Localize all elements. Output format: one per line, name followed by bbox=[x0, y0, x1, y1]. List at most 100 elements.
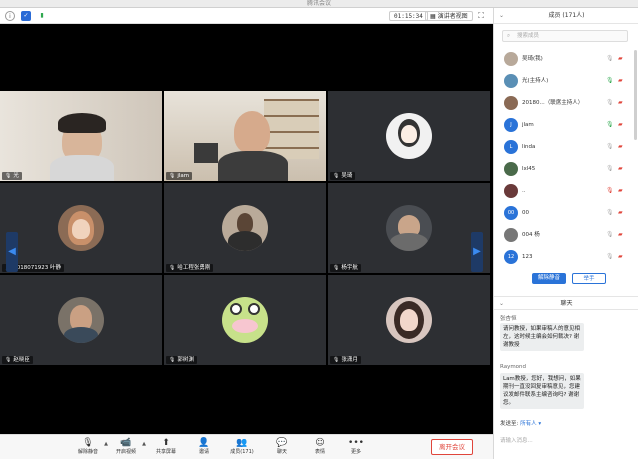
frog-avatar bbox=[222, 297, 268, 343]
avatar bbox=[222, 205, 268, 251]
chevron-down-icon[interactable]: ⌄ bbox=[499, 297, 504, 310]
search-icon: ⌕ bbox=[507, 33, 511, 39]
chevron-down-icon[interactable]: ⌄ bbox=[499, 8, 504, 24]
video-tile[interactable]: 🎙 张潇月 bbox=[328, 275, 490, 365]
leave-meeting-button[interactable]: 离开会议 bbox=[431, 439, 473, 455]
tile-name: 🎙 杨宇航 bbox=[330, 264, 361, 272]
avatar bbox=[504, 74, 518, 88]
info-icon[interactable]: i bbox=[5, 11, 15, 21]
mic-icon: 🎙 bbox=[169, 357, 176, 363]
camera-off-icon: ▰ bbox=[618, 55, 623, 62]
fullscreen-icon[interactable]: ⛶ bbox=[476, 11, 486, 21]
chat-input[interactable]: 请输入消息... bbox=[500, 435, 632, 447]
member-row[interactable]: 吴琦(我) 🎙 ▰ bbox=[494, 48, 632, 70]
member-row[interactable]: 20180...（联席主持人） 🎙 ▰ bbox=[494, 92, 632, 114]
tile-name: 🎙 哈工程张勇刚 bbox=[166, 264, 214, 272]
invite-icon: 👤 bbox=[198, 438, 210, 448]
top-toolbar: i ✓ ▮ 01:15:34 ▦ 演讲者视图 ⛶ bbox=[0, 8, 493, 24]
more-button[interactable]: ••• 更多 bbox=[340, 438, 372, 456]
video-tile[interactable]: 🎙 赵晓臣 bbox=[0, 275, 162, 365]
mic-muted-icon: 🎙 bbox=[606, 187, 614, 194]
member-list-scrollbar[interactable] bbox=[634, 50, 637, 140]
camera-off-icon: ▰ bbox=[618, 77, 623, 84]
mic-icon: 🎙 bbox=[606, 99, 614, 106]
caret-icon[interactable]: ▲ bbox=[142, 441, 146, 447]
avatar: 00 bbox=[504, 206, 518, 220]
member-row[interactable]: Llinda 🎙 ▰ bbox=[494, 136, 632, 158]
share-screen-button[interactable]: ⬆ 共享屏幕 bbox=[150, 438, 182, 456]
avatar bbox=[386, 297, 432, 343]
send-to: 发送至: 所有人 ▾ bbox=[500, 419, 541, 427]
tile-name: 🎙 jlam bbox=[166, 172, 193, 180]
invite-button[interactable]: 👤 邀请 bbox=[188, 438, 220, 456]
mic-muted-icon: 🎙 bbox=[82, 438, 94, 448]
mic-icon: 🎙 bbox=[169, 173, 176, 179]
mic-icon: 🎙 bbox=[606, 143, 614, 150]
avatar bbox=[504, 96, 518, 110]
avatar bbox=[386, 205, 432, 251]
member-row[interactable]: 光(主持人) 🎙 ▰ bbox=[494, 70, 632, 92]
member-search-input[interactable]: ⌕ 搜索成员 bbox=[502, 30, 628, 42]
members-icon: 👥 bbox=[236, 438, 248, 448]
avatar: 12 bbox=[504, 250, 518, 264]
mic-icon: 🎙 bbox=[606, 55, 614, 62]
bottom-bar: 🎙 解除静音 ▲ 📹 开启视频 ▲ ⬆ 共享屏幕 👤 邀请 👥 成员(171) 💬 聊天 ☺ 表情… bbox=[0, 434, 493, 459]
camera-off-icon: ▰ bbox=[618, 253, 623, 260]
member-row[interactable]: 12 123 🎙 ▰ bbox=[494, 246, 632, 268]
member-row[interactable]: lxl45 🎙 ▰ bbox=[494, 158, 632, 180]
video-tile[interactable]: 🎙 光 bbox=[0, 91, 162, 181]
send-to-select[interactable]: 所有人 ▾ bbox=[520, 421, 541, 427]
avatar bbox=[58, 205, 104, 251]
member-row[interactable]: 004 杨 🎙 ▰ bbox=[494, 224, 632, 246]
title-bar: 腾讯会议 bbox=[0, 0, 638, 8]
unmute-button[interactable]: 🎙 解除静音 ▲ bbox=[72, 438, 108, 456]
avatar bbox=[58, 297, 104, 343]
tile-name: 🎙 吴琦 bbox=[330, 172, 356, 180]
member-row[interactable]: .. 🎙 ▰ bbox=[494, 180, 632, 202]
video-tile[interactable]: 🎙 郭树渊 bbox=[164, 275, 326, 365]
video-grid: 🎙光 🎙jlam 🎙吴琦 👤2018071923 叶静 bbox=[0, 24, 493, 434]
mic-icon: 🎙 bbox=[606, 165, 614, 172]
unmute-all-button[interactable]: 解除静音 bbox=[532, 273, 566, 284]
speaker-view-button[interactable]: ▦ 演讲者视图 bbox=[425, 11, 473, 21]
prev-page-arrow[interactable]: ◀ bbox=[6, 232, 18, 272]
mic-icon: 🎙 bbox=[606, 231, 614, 238]
next-page-arrow[interactable]: ▶ bbox=[471, 232, 483, 272]
camera-off-icon: ▰ bbox=[618, 99, 623, 106]
tile-name: 🎙 张潇月 bbox=[330, 356, 361, 364]
more-icon: ••• bbox=[348, 438, 364, 448]
emoji-icon: ☺ bbox=[315, 438, 325, 448]
search-placeholder: 搜索成员 bbox=[517, 33, 540, 39]
members-button[interactable]: 👥 成员(171) bbox=[226, 438, 258, 456]
camera-off-icon: ▰ bbox=[618, 187, 623, 194]
raise-hand-button[interactable]: 举手 bbox=[572, 273, 606, 284]
chat-button[interactable]: 💬 聊天 bbox=[266, 438, 298, 456]
caret-icon[interactable]: ▲ bbox=[104, 441, 108, 447]
video-tile[interactable]: 🎙 哈工程张勇刚 bbox=[164, 183, 326, 273]
video-tile[interactable]: 👤2018071923 叶静 bbox=[0, 183, 162, 273]
speaker-view-label: 演讲者视图 bbox=[437, 13, 468, 20]
mic-icon: 🎙 bbox=[606, 209, 614, 216]
shield-icon[interactable]: ✓ bbox=[21, 11, 31, 21]
tile-name: 🎙 郭树渊 bbox=[166, 356, 197, 364]
member-row[interactable]: Jjlam 🎙 ▰ bbox=[494, 114, 632, 136]
avatar: L bbox=[504, 140, 518, 154]
chat-header[interactable]: ⌄ 聊天 bbox=[494, 296, 638, 310]
avatar: J bbox=[504, 118, 518, 132]
avatar bbox=[504, 228, 518, 242]
video-tile[interactable]: 🎙 杨宇航 bbox=[328, 183, 490, 273]
member-row[interactable]: 00 00 🎙 ▰ bbox=[494, 202, 632, 224]
mic-icon: 🎙 bbox=[5, 357, 12, 363]
emoji-button[interactable]: ☺ 表情 bbox=[304, 438, 336, 456]
members-header[interactable]: ⌄ 成员 (171人) bbox=[494, 8, 638, 24]
tile-name: 🎙 赵晓臣 bbox=[2, 356, 33, 364]
avatar bbox=[504, 52, 518, 66]
mic-icon: 🎙 bbox=[169, 265, 176, 271]
camera-off-icon: ▰ bbox=[618, 209, 623, 216]
signal-icon[interactable]: ▮ bbox=[37, 11, 47, 21]
video-tile[interactable]: 🎙 吴琦 bbox=[328, 91, 490, 181]
camera-off-icon: ▰ bbox=[618, 231, 623, 238]
start-video-button[interactable]: 📹 开启视频 ▲ bbox=[110, 438, 146, 456]
mic-icon: 🎙 bbox=[333, 357, 340, 363]
video-tile[interactable]: 🎙 jlam bbox=[164, 91, 326, 181]
